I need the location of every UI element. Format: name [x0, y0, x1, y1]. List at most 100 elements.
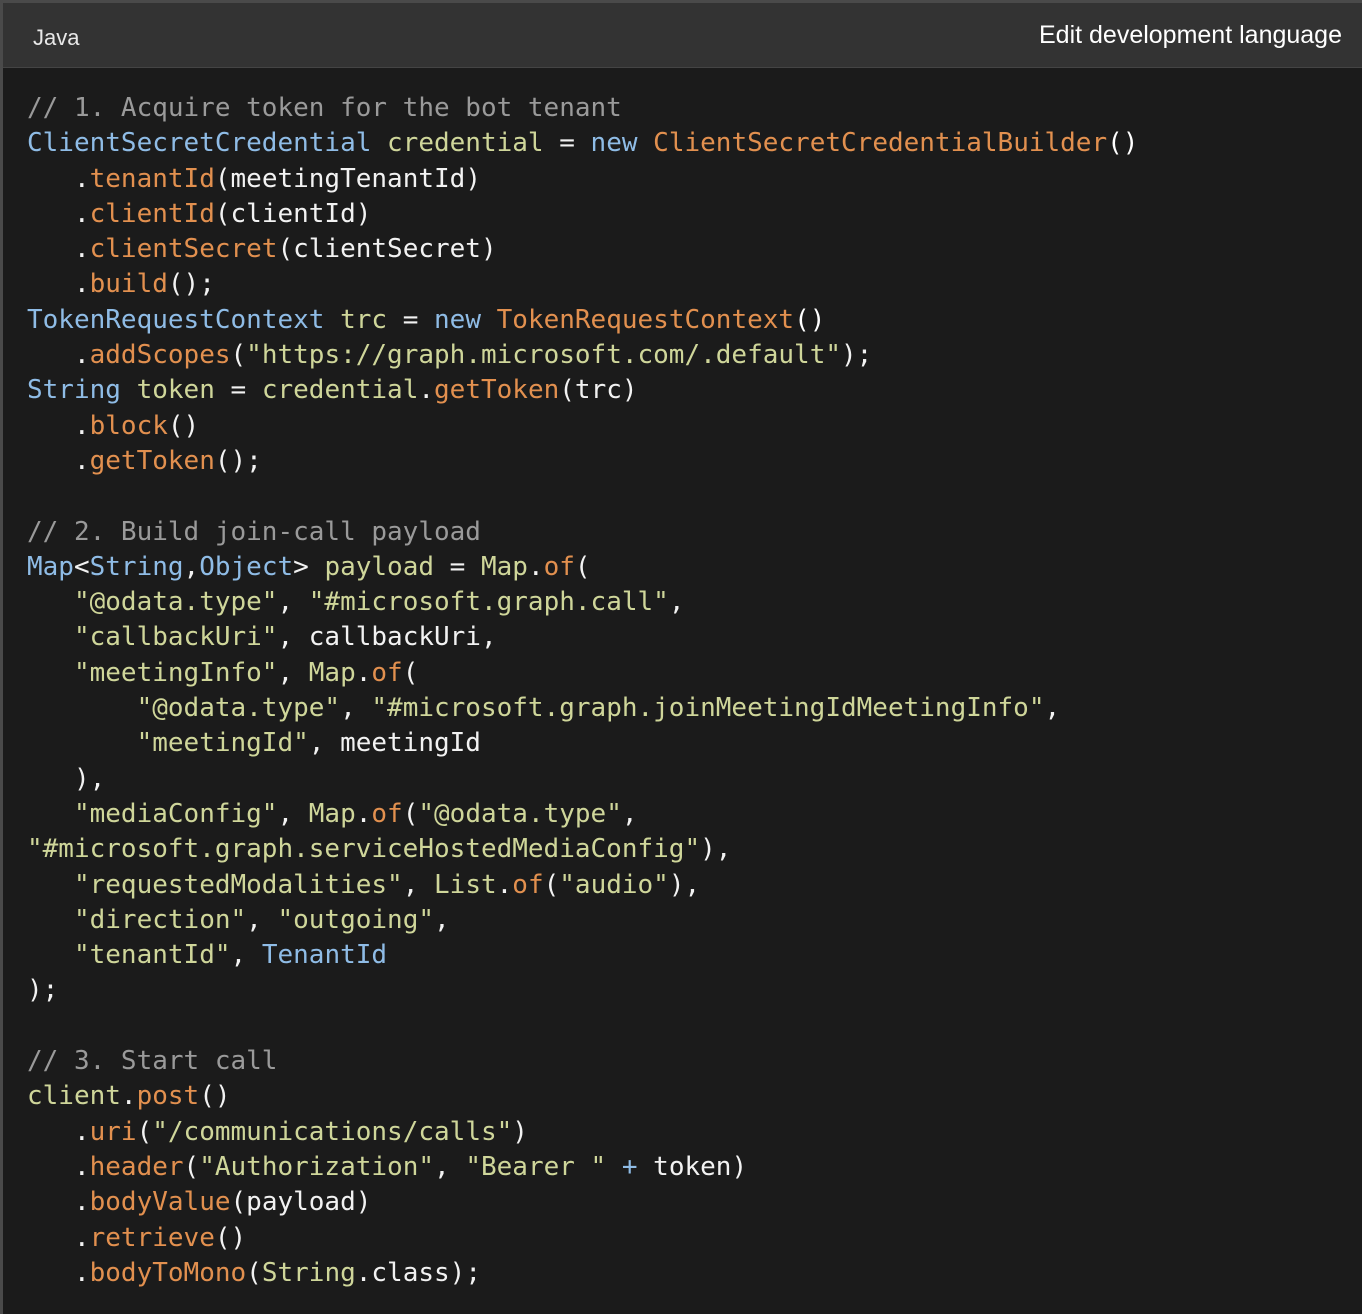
code-line: .bodyToMono(String.class);: [27, 1256, 1362, 1291]
code-token-plain: .: [27, 1116, 90, 1147]
code-token-plain: (: [246, 1257, 262, 1288]
code-token-plain: =: [214, 375, 262, 406]
code-token-plain: (: [543, 869, 560, 900]
code-token-plain: ,: [230, 940, 262, 971]
code-line: "@odata.type", "#microsoft.graph.joinMee…: [27, 691, 1362, 726]
code-token-type: String: [27, 375, 121, 406]
code-line: TokenRequestContext trc = new TokenReque…: [27, 303, 1362, 338]
code-token-string: "Authorization": [199, 1151, 435, 1182]
code-token-method: of: [371, 657, 403, 688]
code-token-plain: .: [27, 410, 90, 441]
code-token-method: addScopes: [89, 340, 231, 371]
code-line: .uri("/communications/calls"): [27, 1115, 1362, 1150]
code-token-plain: .: [27, 1257, 90, 1288]
code-token-plain: .: [27, 340, 90, 371]
code-token-keyword: new: [434, 304, 481, 335]
code-token-method: build: [89, 269, 168, 300]
code-token-method: uri: [89, 1116, 137, 1147]
code-token-plain: ,: [668, 587, 685, 618]
code-token-method: getToken: [434, 375, 560, 406]
code-line: .clientId(clientId): [27, 197, 1362, 232]
code-token-plain: .: [496, 869, 513, 900]
code-token-type: Map: [27, 551, 74, 582]
code-token-plain: ,: [434, 1151, 466, 1182]
code-token-type: Object: [199, 551, 294, 582]
code-token-comment: // 1. Acquire token for the bot tenant: [27, 93, 622, 123]
code-token-plain: (: [402, 657, 419, 688]
code-token-method: of: [512, 869, 544, 900]
code-token-string: "requestedModalities": [73, 869, 403, 900]
code-token-string: "callbackUri": [73, 622, 278, 653]
code-token-method: tenantId: [89, 163, 215, 194]
code-token-variable: Map: [480, 551, 528, 582]
code-line: // 3. Start call: [27, 1044, 1362, 1079]
code-line: .header("Authorization", "Bearer " + tok…: [27, 1150, 1362, 1185]
code-line: // 1. Acquire token for the bot tenant: [27, 91, 1362, 126]
code-line: "#microsoft.graph.serviceHostedMediaConf…: [27, 832, 1362, 867]
code-token-plain: (): [199, 1081, 231, 1112]
code-line: .retrieve(): [27, 1221, 1362, 1256]
code-token-string: "outgoing": [277, 904, 435, 935]
code-token-type: String: [89, 551, 184, 582]
code-token-plain: ),: [27, 763, 106, 794]
code-token-plain: .: [27, 269, 90, 300]
code-token-variable: List: [434, 869, 497, 900]
code-token-plain: token): [637, 1151, 748, 1182]
code-token-plain: .: [27, 1187, 90, 1218]
code-token-plain: , meetingId: [308, 728, 481, 759]
code-token-string: "#microsoft.graph.serviceHostedMediaConf…: [27, 834, 701, 865]
code-token-method: getToken: [89, 445, 215, 476]
code-line: "direction", "outgoing",: [27, 903, 1362, 938]
code-token-string: "mediaConfig": [73, 798, 278, 829]
code-token-plain: (: [136, 1116, 153, 1147]
code-token-punct: (): [794, 304, 826, 335]
code-token-plain: .: [27, 1222, 90, 1253]
code-line: "@odata.type", "#microsoft.graph.call",: [27, 585, 1362, 620]
code-token-plain: =: [543, 128, 591, 159]
code-token-plain: );: [841, 340, 873, 371]
code-token-string: "@odata.type": [73, 587, 278, 618]
code-token-plain: ,: [246, 904, 278, 935]
edit-language-link[interactable]: Edit development language: [1039, 21, 1342, 50]
code-token-comment: // 3. Start call: [27, 1046, 278, 1077]
code-token-plain: );: [27, 975, 59, 1006]
code-line: "meetingInfo", Map.of(: [27, 656, 1362, 691]
code-token-type: TokenRequestContext: [27, 304, 325, 335]
code-token-plain: ,: [434, 904, 450, 935]
code-token-string: "Bearer ": [465, 1151, 607, 1182]
code-token-plain: =: [387, 304, 435, 335]
code-token-plain: ,: [340, 693, 372, 724]
code-token-string: "/communications/calls": [152, 1116, 513, 1147]
code-line: String token = credential.getToken(trc): [27, 373, 1362, 408]
code-line: ),: [27, 762, 1362, 797]
code-line: .tenantId(meetingTenantId): [27, 162, 1362, 197]
code-line: .clientSecret(clientSecret): [27, 232, 1362, 267]
code-token-plain: (: [574, 551, 591, 582]
code-token-plain: ,: [621, 798, 638, 829]
code-block[interactable]: // 1. Acquire token for the bot tenant Cl…: [27, 91, 1362, 1291]
code-token-plain: (): [214, 1222, 247, 1253]
code-line: // 2. Build join-call payload: [27, 515, 1362, 550]
code-token-plain: .: [27, 1151, 90, 1182]
code-token-plain: ,: [402, 869, 435, 900]
code-line: "callbackUri", callbackUri,: [27, 620, 1362, 655]
code-line: "mediaConfig", Map.of("@odata.type",: [27, 797, 1362, 832]
code-token-plain: ,: [277, 798, 309, 829]
code-token-plain: (: [230, 340, 247, 371]
code-token-plain: (clientId): [214, 198, 372, 229]
code-line: .getToken();: [27, 444, 1362, 479]
code-token-type: +: [621, 1151, 638, 1182]
code-snippet-panel: Java Edit development language // 1. Acq…: [0, 0, 1362, 1314]
code-token-plain: .: [527, 551, 544, 582]
